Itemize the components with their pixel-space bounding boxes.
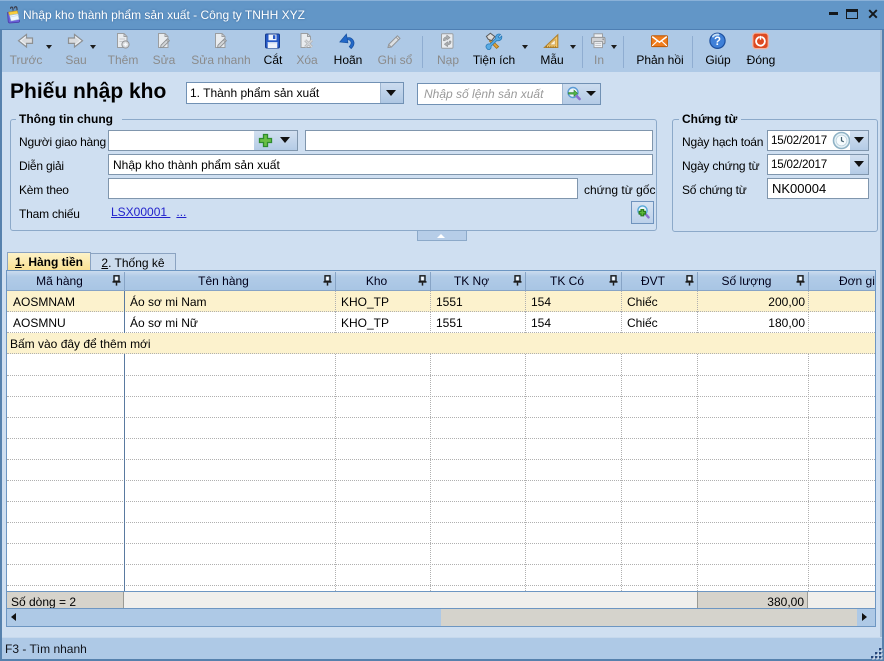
svg-text:?: ? xyxy=(714,36,721,48)
